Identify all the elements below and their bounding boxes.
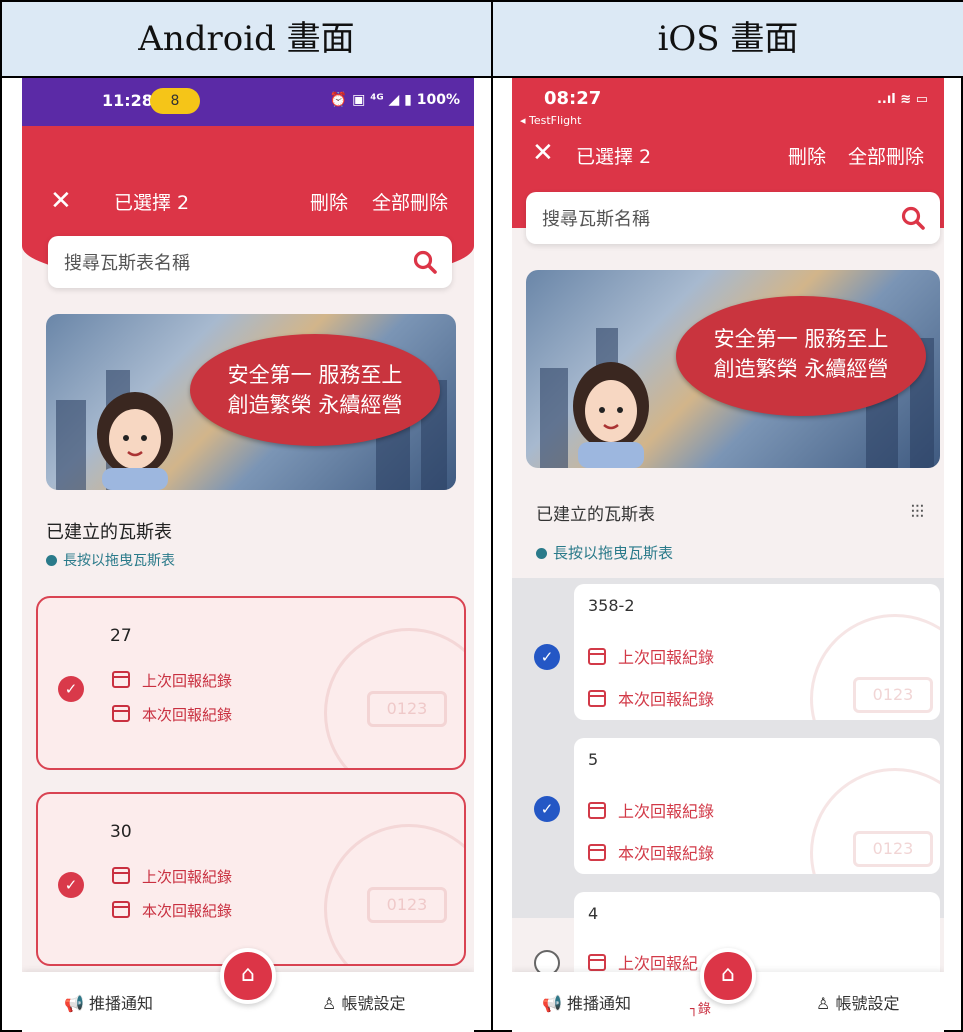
info-icon bbox=[536, 548, 547, 559]
drag-hint-text: 長按以拖曳瓦斯表 bbox=[63, 553, 175, 569]
section-title: 已建立的瓦斯表 bbox=[46, 522, 172, 543]
nav-push-notifications[interactable]: 📢 推播通知 bbox=[64, 990, 153, 1014]
calendar-icon bbox=[112, 671, 130, 688]
drag-hint-text: 長按以拖曳瓦斯表 bbox=[553, 544, 674, 562]
delete-all-button[interactable]: 全部刪除 bbox=[848, 142, 924, 169]
slogan-line-1: 安全第一 服務至上 bbox=[227, 363, 403, 387]
last-record-link[interactable]: 上次回報紀錄 bbox=[112, 670, 232, 691]
calendar-icon bbox=[588, 802, 606, 819]
user-icon: ♙ bbox=[816, 994, 836, 1013]
meter-card[interactable]: 0123 5 上次回報紀錄 本次回報紀錄 bbox=[574, 738, 940, 874]
slogan-bubble: 安全第一 服務至上 創造繁榮 永續經營 bbox=[676, 296, 926, 416]
calendar-icon bbox=[588, 648, 606, 665]
mascot-illustration bbox=[573, 362, 649, 468]
home-button[interactable]: ⌂ bbox=[220, 948, 276, 1004]
ios-column-title: iOS 畫面 bbox=[657, 19, 799, 59]
calendar-icon bbox=[112, 867, 130, 884]
meter-card[interactable]: 0123 358-2 上次回報紀錄 本次回報紀錄 bbox=[574, 584, 940, 720]
meter-card[interactable]: 0123 27 ✓ 上次回報紀錄 本次回報紀錄 bbox=[36, 596, 466, 770]
meter-watermark-icon: 0123 bbox=[324, 824, 464, 964]
calendar-icon bbox=[588, 690, 606, 707]
calendar-icon bbox=[112, 705, 130, 722]
meter-card[interactable]: 0123 30 ✓ 上次回報紀錄 本次回報紀錄 bbox=[36, 792, 466, 966]
meter-watermark-icon: 0123 bbox=[810, 614, 940, 720]
table-header-row: Android 畫面 iOS 畫面 bbox=[2, 2, 963, 78]
meter-number: 5 bbox=[588, 750, 599, 769]
megaphone-icon: 📢 bbox=[64, 994, 90, 1013]
nav-push-notifications[interactable]: 📢 推播通知 bbox=[542, 990, 631, 1014]
search-icon[interactable] bbox=[900, 205, 926, 231]
android-screen: 11:28 8 ⏰ ▣ ⁴ᴳ ◢ ▮ 100% ✕ 已選擇 2 刪除 全部刪除 … bbox=[22, 78, 474, 1032]
column-divider bbox=[491, 2, 493, 1032]
nav-account-settings[interactable]: ♙ 帳號設定 bbox=[322, 990, 405, 1014]
current-record-link[interactable]: 本次回報紀錄 bbox=[588, 840, 714, 864]
status-bar: 11:28 8 ⏰ ▣ ⁴ᴳ ◢ ▮ 100% bbox=[22, 78, 474, 126]
calendar-icon bbox=[588, 954, 606, 971]
search-placeholder: 搜尋瓦斯名稱 bbox=[542, 209, 650, 230]
selected-count: 已選擇 2 bbox=[576, 146, 652, 168]
drag-hint: 長按以拖曳瓦斯表 bbox=[46, 550, 175, 570]
calendar-icon bbox=[112, 901, 130, 918]
home-icon: ⌂ bbox=[241, 962, 255, 987]
search-input[interactable]: 搜尋瓦斯表名稱 bbox=[48, 236, 452, 288]
last-record-link[interactable]: 上次回報紀錄 bbox=[588, 644, 714, 668]
status-time: 11:28 bbox=[102, 91, 153, 110]
current-record-link[interactable]: 本次回報紀錄 bbox=[112, 704, 232, 725]
section-title: 已建立的瓦斯表 bbox=[536, 505, 655, 525]
battery-pill: 8 bbox=[150, 88, 200, 114]
last-record-link[interactable]: 上次回報紀錄 bbox=[588, 798, 714, 822]
checked-icon[interactable]: ✓ bbox=[534, 644, 560, 670]
slogan-line-2: 創造繁榮 永續經營 bbox=[713, 357, 889, 381]
last-record-link[interactable]: 上次回報紀錄 bbox=[112, 866, 232, 887]
home-icon: ⌂ bbox=[721, 962, 735, 987]
slogan-line-1: 安全第一 服務至上 bbox=[713, 327, 889, 351]
mascot-illustration bbox=[97, 392, 173, 490]
android-column-title: Android 畫面 bbox=[138, 19, 355, 59]
calendar-icon bbox=[588, 844, 606, 861]
back-to-testflight[interactable]: ◂ TestFlight bbox=[520, 114, 581, 127]
user-icon: ♙ bbox=[322, 994, 342, 1013]
delete-button[interactable]: 刪除 bbox=[310, 188, 348, 215]
meter-number: 358-2 bbox=[588, 596, 635, 615]
status-icons: ⏰ ▣ ⁴ᴳ ◢ ▮ 100% bbox=[329, 92, 460, 108]
delete-all-button[interactable]: 全部刪除 bbox=[372, 188, 448, 215]
last-record-link[interactable]: 上次回報紀 bbox=[588, 950, 698, 974]
meter-watermark-icon: 0123 bbox=[810, 768, 940, 874]
search-placeholder: 搜尋瓦斯表名稱 bbox=[64, 253, 190, 274]
checked-icon[interactable]: ✓ bbox=[58, 872, 84, 898]
close-icon[interactable]: ✕ bbox=[50, 186, 72, 216]
status-time: 08:27 bbox=[544, 88, 602, 109]
partial-record-label: ┐錄 bbox=[690, 1002, 711, 1017]
promo-banner: 安全第一 服務至上 創造繁榮 永續經營 bbox=[46, 314, 456, 490]
slogan-line-2: 創造繁榮 永續經營 bbox=[227, 393, 403, 417]
meter-watermark-icon: 0123 bbox=[324, 628, 464, 768]
drag-hint: 長按以拖曳瓦斯表 bbox=[536, 542, 673, 563]
current-record-link[interactable]: 本次回報紀錄 bbox=[112, 900, 232, 921]
comparison-table: Android 畫面 iOS 畫面 11:28 8 ⏰ ▣ ⁴ᴳ ◢ ▮ 100… bbox=[0, 0, 963, 1032]
search-input[interactable]: 搜尋瓦斯名稱 bbox=[526, 192, 940, 244]
checked-icon[interactable]: ✓ bbox=[534, 796, 560, 822]
status-icons: ..ıl ≋ ▭ bbox=[876, 92, 928, 107]
slogan-bubble: 安全第一 服務至上 創造繁榮 永續經營 bbox=[190, 334, 440, 446]
delete-button[interactable]: 刪除 bbox=[788, 142, 826, 169]
close-icon[interactable]: ✕ bbox=[532, 138, 554, 168]
search-icon[interactable] bbox=[412, 249, 438, 275]
promo-banner: 安全第一 服務至上 創造繁榮 永續經營 bbox=[526, 270, 940, 468]
current-record-link[interactable]: 本次回報紀錄 bbox=[588, 686, 714, 710]
selected-count: 已選擇 2 bbox=[114, 192, 190, 214]
meter-number: 4 bbox=[588, 904, 599, 923]
ios-screen: 08:27 ◂ TestFlight ..ıl ≋ ▭ ✕ 已選擇 2 刪除 全… bbox=[512, 78, 944, 1032]
filter-settings-icon[interactable]: ⫶⫶⫶ bbox=[911, 502, 925, 523]
meter-number: 30 bbox=[110, 822, 132, 842]
nav-account-settings[interactable]: ♙ 帳號設定 bbox=[816, 990, 899, 1014]
megaphone-icon: 📢 bbox=[542, 994, 568, 1013]
info-icon bbox=[46, 555, 57, 566]
checked-icon[interactable]: ✓ bbox=[58, 676, 84, 702]
meter-number: 27 bbox=[110, 626, 132, 646]
home-button[interactable]: ⌂ bbox=[700, 948, 756, 1004]
